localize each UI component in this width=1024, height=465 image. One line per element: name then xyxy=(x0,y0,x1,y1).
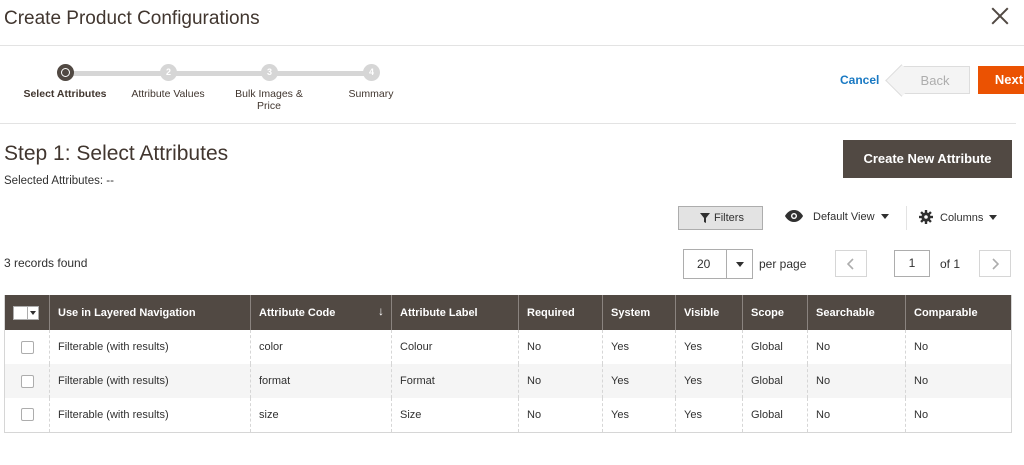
column-header-sorted[interactable]: Attribute Code ↓ xyxy=(250,295,392,330)
attributes-grid: Use in Layered Navigation Attribute Code… xyxy=(4,295,1012,433)
view-switcher[interactable]: Default View xyxy=(785,210,889,223)
divider xyxy=(0,45,1024,46)
column-header[interactable]: Comparable xyxy=(905,295,1012,330)
grid-header-row: Use in Layered Navigation Attribute Code… xyxy=(4,295,1012,330)
table-cell: No xyxy=(807,330,906,364)
table-cell: format xyxy=(250,364,392,398)
table-cell: Yes xyxy=(602,364,676,398)
step-label: Summary xyxy=(348,88,394,100)
chevron-down-icon[interactable] xyxy=(726,250,752,278)
back-button[interactable]: Back xyxy=(900,66,970,94)
modal-title: Create Product Configurations xyxy=(4,8,260,29)
step-active-dot xyxy=(57,64,74,81)
selected-attributes-text: Selected Attributes: -- xyxy=(4,175,114,187)
table-cell: No xyxy=(518,364,603,398)
view-label: Default View xyxy=(813,211,875,223)
columns-control[interactable]: Columns xyxy=(919,210,998,224)
sort-descending-icon: ↓ xyxy=(378,304,384,318)
table-cell: Yes xyxy=(675,398,743,433)
divider xyxy=(0,123,1016,124)
next-page-button[interactable] xyxy=(979,250,1011,277)
chevron-down-icon xyxy=(880,214,889,219)
previous-page-button[interactable] xyxy=(835,250,867,277)
step-label: Bulk Images & Price xyxy=(235,88,303,112)
table-row[interactable]: Filterable (with results) size Size No Y… xyxy=(4,398,1012,433)
per-page-label: per page xyxy=(759,257,807,271)
step-label: Attribute Values xyxy=(131,88,205,100)
row-checkbox-cell[interactable] xyxy=(4,364,50,398)
row-checkbox[interactable] xyxy=(20,374,34,388)
filters-button[interactable]: Filters xyxy=(678,206,763,230)
mass-select-header[interactable] xyxy=(4,295,50,330)
row-checkbox-cell[interactable] xyxy=(4,330,50,364)
table-cell: Yes xyxy=(675,330,743,364)
records-count: 3 records found xyxy=(4,256,88,270)
page-total: of 1 xyxy=(940,257,961,271)
column-header-label: Attribute Code xyxy=(259,306,336,319)
column-header[interactable]: Scope xyxy=(742,295,808,330)
step-number: 2 xyxy=(160,64,177,81)
chevron-left-icon xyxy=(847,258,854,270)
filters-label: Filters xyxy=(714,212,744,224)
table-cell: Filterable (with results) xyxy=(49,364,251,398)
close-icon[interactable] xyxy=(988,4,1012,28)
column-header[interactable]: Use in Layered Navigation xyxy=(49,295,251,330)
step-number: 4 xyxy=(363,64,380,81)
table-cell: No xyxy=(518,398,603,433)
table-cell: size xyxy=(250,398,392,433)
table-cell: No xyxy=(905,330,1012,364)
table-cell: No xyxy=(905,398,1012,433)
mass-select-dropdown[interactable] xyxy=(13,305,39,320)
table-cell: Global xyxy=(742,364,808,398)
divider xyxy=(906,206,907,230)
step-title: Step 1: Select Attributes xyxy=(4,142,229,165)
per-page-value: 20 xyxy=(697,257,711,271)
row-checkbox-cell[interactable] xyxy=(4,398,50,433)
per-page-select[interactable]: 20 xyxy=(683,249,753,279)
column-header[interactable]: Attribute Label xyxy=(391,295,519,330)
table-row[interactable]: Filterable (with results) format Format … xyxy=(4,364,1012,398)
table-cell: No xyxy=(807,398,906,433)
column-header[interactable]: System xyxy=(602,295,676,330)
table-cell: Yes xyxy=(675,364,743,398)
table-row[interactable]: Filterable (with results) color Colour N… xyxy=(4,330,1012,364)
column-header[interactable]: Visible xyxy=(675,295,743,330)
step-label: Select Attributes xyxy=(23,88,107,100)
table-cell: Yes xyxy=(602,398,676,433)
table-cell: Yes xyxy=(602,330,676,364)
row-checkbox[interactable] xyxy=(20,408,34,422)
step-number: 3 xyxy=(261,64,278,81)
wizard-steps: Select Attributes 2 Attribute Values 3 B… xyxy=(0,60,420,120)
steps-progress-line xyxy=(65,71,371,76)
chevron-right-icon xyxy=(992,258,999,270)
page-number-input[interactable]: 1 xyxy=(894,250,930,277)
table-cell: Global xyxy=(742,398,808,433)
eye-icon xyxy=(785,210,803,222)
row-checkbox[interactable] xyxy=(20,340,34,354)
table-cell: Size xyxy=(391,398,519,433)
column-header[interactable]: Required xyxy=(518,295,603,330)
table-cell: No xyxy=(905,364,1012,398)
table-cell: Filterable (with results) xyxy=(49,330,251,364)
chevron-down-icon xyxy=(989,215,998,220)
table-cell: Filterable (with results) xyxy=(49,398,251,433)
columns-label: Columns xyxy=(940,212,984,224)
table-cell: Colour xyxy=(391,330,519,364)
table-cell: Format xyxy=(391,364,519,398)
create-new-attribute-button[interactable]: Create New Attribute xyxy=(843,140,1012,178)
table-cell: Global xyxy=(742,330,808,364)
column-header[interactable]: Searchable xyxy=(807,295,906,330)
table-cell: No xyxy=(807,364,906,398)
cancel-link[interactable]: Cancel xyxy=(840,73,879,87)
table-cell: No xyxy=(518,330,603,364)
table-cell: color xyxy=(250,330,392,364)
funnel-icon xyxy=(700,213,710,223)
next-button[interactable]: Next xyxy=(978,66,1024,94)
gear-icon xyxy=(919,210,933,224)
